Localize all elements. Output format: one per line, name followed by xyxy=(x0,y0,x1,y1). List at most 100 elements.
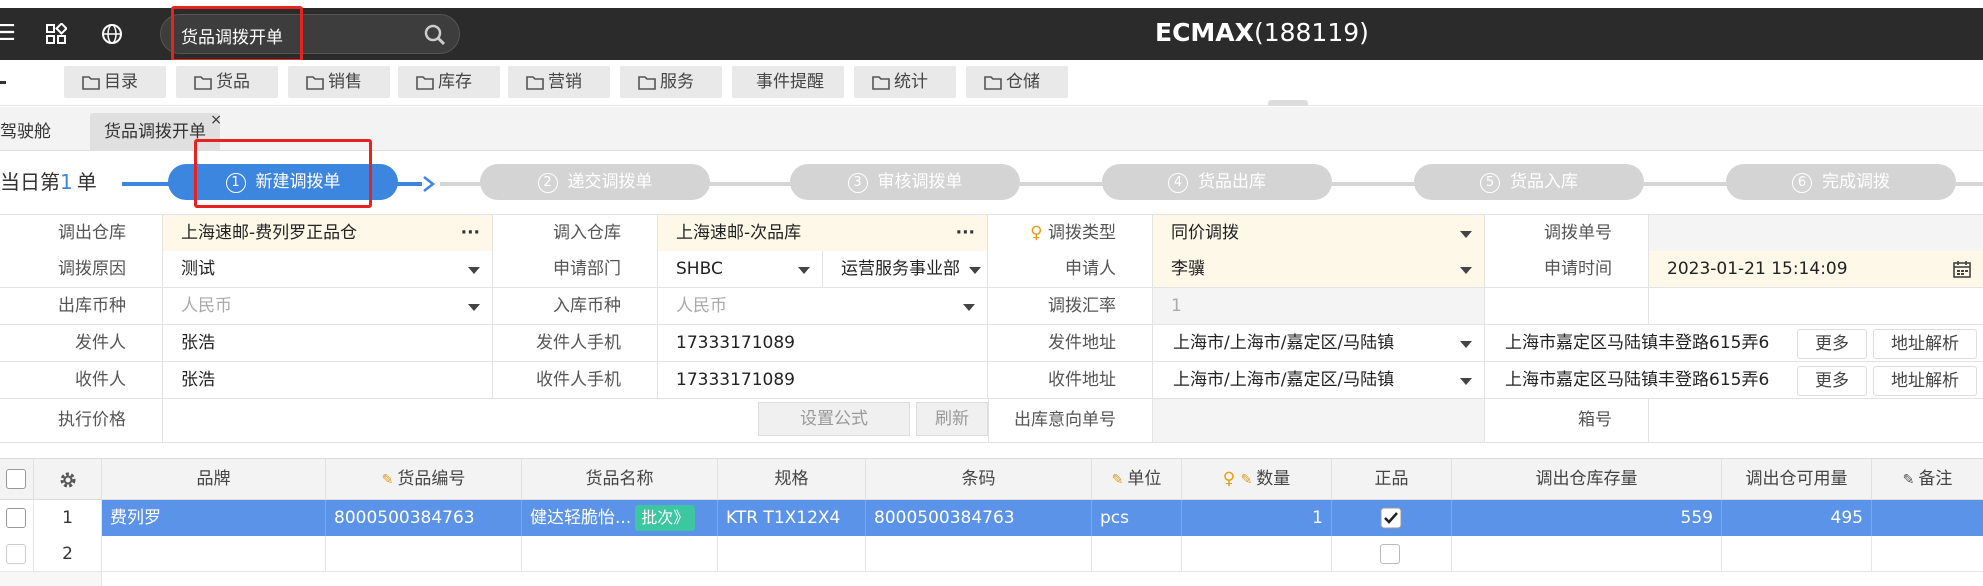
step-5[interactable]: 5 货品入库 xyxy=(1414,164,1644,200)
sender-label: 发件人 xyxy=(0,325,163,361)
cell-code[interactable] xyxy=(326,536,522,572)
receiver-field[interactable]: 张浩 xyxy=(163,362,493,398)
receiver-region-select[interactable]: 上海市/上海市/嘉定区/马陆镇 xyxy=(1153,362,1485,398)
menu-item-catalog[interactable]: 目录 xyxy=(64,66,166,98)
menu-item-goods[interactable]: 货品 xyxy=(176,66,278,98)
cell-name[interactable] xyxy=(522,536,718,572)
receiver-address-field[interactable]: 上海市嘉定区马陆镇丰登路615弄6 xyxy=(1485,362,1775,398)
out-warehouse-field[interactable]: 上海速邮-费列罗正品仓 ··· xyxy=(163,215,493,251)
sender-address-field[interactable]: 上海市嘉定区马陆镇丰登路615弄6 xyxy=(1485,325,1775,361)
cell-qty[interactable] xyxy=(1182,536,1332,572)
col-brand[interactable]: 品牌 xyxy=(102,459,326,500)
cell-code[interactable]: 8000500384763 xyxy=(326,500,522,536)
globe-icon[interactable] xyxy=(98,20,126,48)
sender-more-button[interactable]: 更多 xyxy=(1797,329,1867,359)
col-unit[interactable]: ✎ 单位 xyxy=(1092,459,1182,500)
applicant-select[interactable]: 李骥 xyxy=(1153,251,1485,287)
col-genuine[interactable]: 正品 xyxy=(1332,459,1452,500)
cell-barcode[interactable] xyxy=(866,536,1092,572)
cell-unit[interactable] xyxy=(1092,536,1182,572)
calendar-icon[interactable] xyxy=(1953,260,1971,278)
menu-item-label: 营销 xyxy=(548,72,582,92)
cell-brand[interactable]: 费列罗 xyxy=(102,500,326,536)
in-currency-value: 人民币 xyxy=(676,296,727,316)
sender-parse-address-button[interactable]: 地址解析 xyxy=(1873,329,1977,359)
set-formula-button[interactable]: 设置公式 xyxy=(758,402,910,436)
cell-remark[interactable] xyxy=(1872,536,1983,572)
step-2[interactable]: 2 递交调拨单 xyxy=(480,164,710,200)
cell-unit[interactable]: pcs xyxy=(1092,500,1182,536)
menu-item-statistics[interactable]: 统计 xyxy=(854,66,956,98)
receiver-phone-field[interactable]: 17333171089 xyxy=(658,362,988,398)
step-4[interactable]: 4 货品出库 xyxy=(1102,164,1332,200)
col-out-stock[interactable]: 调出仓库存量 xyxy=(1452,459,1722,500)
gear-icon[interactable] xyxy=(58,470,78,490)
reason-select[interactable]: 测试 xyxy=(163,251,493,287)
dept-name-value: 运营服务事业部 xyxy=(841,259,960,279)
table-row[interactable]: 1 费列罗 8000500384763 健达轻脆怡... 批次》 KTR T1X1… xyxy=(0,500,1983,536)
col-out-avail[interactable]: 调出仓可用量 xyxy=(1722,459,1872,500)
dept-code-select[interactable]: SHBC xyxy=(658,251,823,287)
row-checkbox[interactable] xyxy=(6,508,26,528)
step-label: 货品入库 xyxy=(1510,172,1578,192)
step-6[interactable]: 6 完成调拨 xyxy=(1726,164,1956,200)
menu-item-warehouse[interactable]: 仓储 xyxy=(966,66,1068,98)
intent-no-field[interactable] xyxy=(1153,399,1485,442)
receiver-more-button[interactable]: 更多 xyxy=(1797,366,1867,396)
box-no-field[interactable] xyxy=(1649,399,1983,442)
price-field[interactable] xyxy=(163,399,753,442)
batch-button[interactable]: 批次》 xyxy=(635,505,696,531)
apps-grid-icon[interactable] xyxy=(42,20,70,48)
collapse-toggle[interactable] xyxy=(1268,100,1308,106)
refresh-button[interactable]: 刷新 xyxy=(916,402,988,436)
cell-remark[interactable] xyxy=(1872,500,1983,536)
cell-brand[interactable] xyxy=(102,536,326,572)
sender-region-select[interactable]: 上海市/上海市/嘉定区/马陆镇 xyxy=(1153,325,1485,361)
receiver-parse-address-button[interactable]: 地址解析 xyxy=(1873,366,1977,396)
cell-spec[interactable]: KTR T1X12X4 xyxy=(718,500,866,536)
sender-phone-field[interactable]: 17333171089 xyxy=(658,325,988,361)
genuine-checkbox[interactable] xyxy=(1380,544,1400,564)
col-remark[interactable]: ✎ 备注 xyxy=(1872,459,1983,500)
cell-spec[interactable] xyxy=(718,536,866,572)
menu-collapse-handle[interactable] xyxy=(0,81,6,84)
menu-item-event-reminder[interactable]: 事件提醒 xyxy=(732,66,844,98)
hamburger-menu-icon[interactable]: ☰ xyxy=(0,20,20,48)
col-name[interactable]: 货品名称 xyxy=(522,459,718,500)
rate-field[interactable]: 1 xyxy=(1153,288,1485,324)
apply-time-field[interactable]: 2023-01-21 15:14:09 xyxy=(1649,251,1983,287)
cell-name[interactable]: 健达轻脆怡... 批次》 xyxy=(522,500,718,536)
menu-item-marketing[interactable]: 营销 xyxy=(508,66,610,98)
menu-item-inventory[interactable]: 库存 xyxy=(398,66,500,98)
col-code[interactable]: ✎ 货品编号 xyxy=(326,459,522,500)
menu-item-service[interactable]: 服务 xyxy=(620,66,722,98)
col-qty[interactable]: ♀ ✎ 数量 xyxy=(1182,459,1332,500)
close-icon[interactable]: × xyxy=(210,101,222,139)
transfer-no-field[interactable] xyxy=(1649,215,1983,251)
out-currency-select[interactable]: 人民币 xyxy=(163,288,493,324)
row-checkbox[interactable] xyxy=(6,544,26,564)
search-icon[interactable] xyxy=(423,23,447,47)
more-dots-icon[interactable]: ··· xyxy=(461,215,480,251)
menu-item-sales[interactable]: 销售 xyxy=(288,66,390,98)
col-barcode[interactable]: 条码 xyxy=(866,459,1092,500)
genuine-checkbox-checked[interactable] xyxy=(1380,507,1402,529)
dept-name-select[interactable]: 运营服务事业部 xyxy=(823,251,988,287)
sender-field[interactable]: 张浩 xyxy=(163,325,493,361)
select-all-checkbox[interactable] xyxy=(6,469,26,489)
dept-code-value: SHBC xyxy=(676,259,723,279)
settings-cell xyxy=(34,459,102,500)
in-warehouse-field[interactable]: 上海速邮-次品库 ··· xyxy=(658,215,988,251)
in-currency-select[interactable]: 人民币 xyxy=(658,288,988,324)
table-row[interactable]: 2 xyxy=(0,536,1983,572)
cell-qty[interactable]: 1 xyxy=(1182,500,1332,536)
form-row: 调出仓库 上海速邮-费列罗正品仓 ··· 调入仓库 上海速邮-次品库 ··· ♀ 调… xyxy=(0,214,1983,251)
tab-dashboard[interactable]: 驾驶舱 xyxy=(0,113,65,151)
menu-item-label: 仓储 xyxy=(1006,72,1040,92)
cell-barcode[interactable]: 8000500384763 xyxy=(866,500,1092,536)
step-3[interactable]: 3 审核调拨单 xyxy=(790,164,1020,200)
col-spec[interactable]: 规格 xyxy=(718,459,866,500)
transfer-type-select[interactable]: 同价调拨 xyxy=(1153,215,1485,251)
more-dots-icon[interactable]: ··· xyxy=(956,215,975,251)
chevron-down-icon xyxy=(798,267,810,274)
